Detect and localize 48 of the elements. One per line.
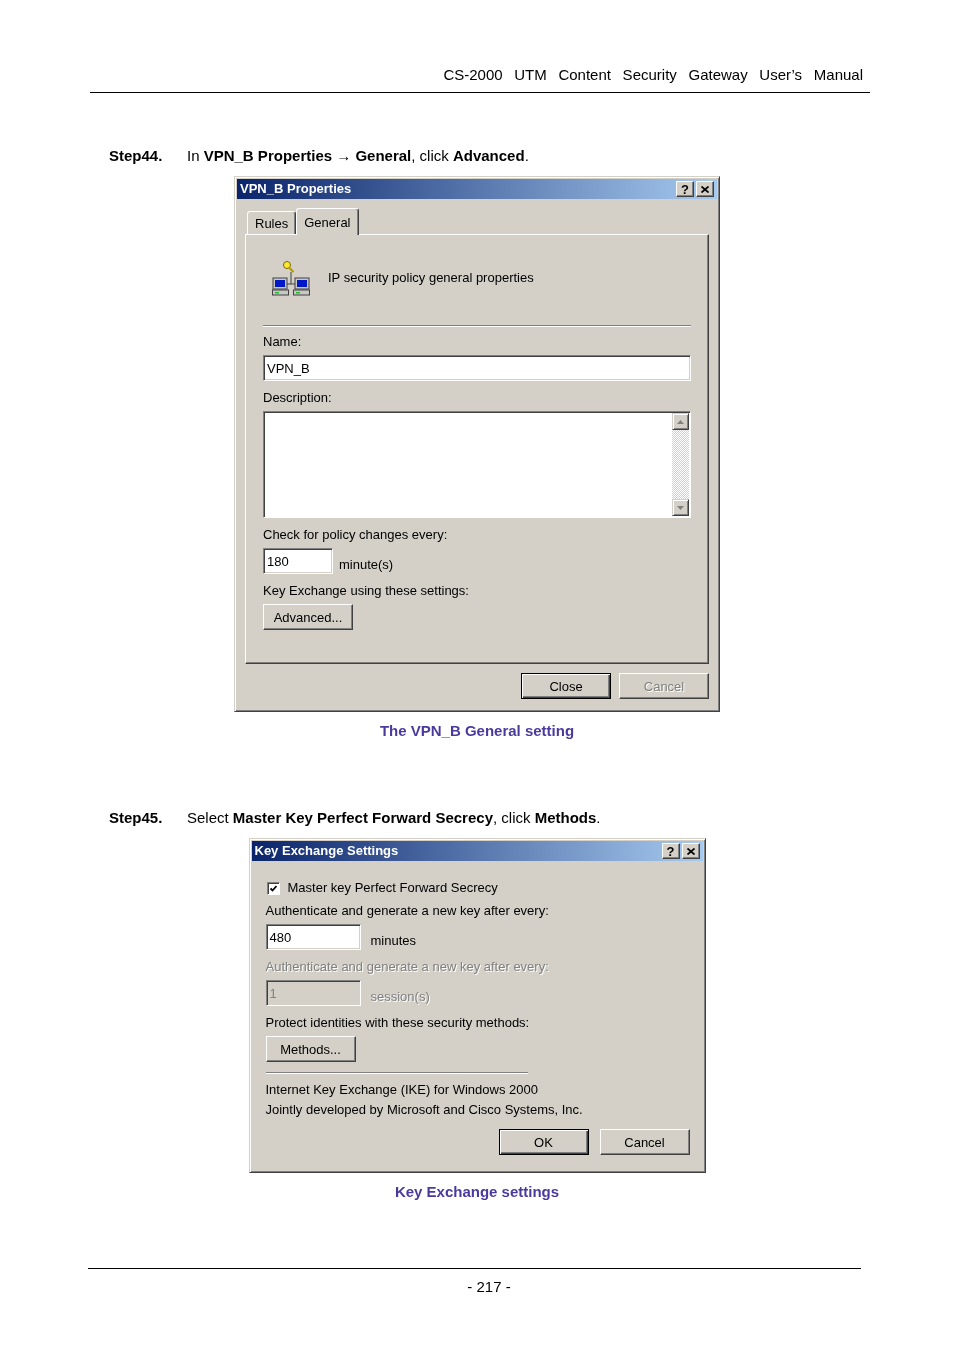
field-label: Description: [263,390,332,406]
check-icon [269,884,277,892]
checkbox[interactable] [266,881,280,895]
unit-label: minutes [370,933,417,950]
computers-key-icon [272,260,310,296]
scroll-up-button[interactable] [672,413,689,430]
tab[interactable]: General [296,208,359,235]
field-label: Authenticate and generate a new key after every: [265,959,549,975]
text-field[interactable]: VPN_B [263,355,691,381]
close-icon [686,847,695,855]
banner-text: IP security policy general properties [328,270,534,286]
close-button[interactable] [696,181,714,197]
dialog-button[interactable]: Advanced... [263,604,353,630]
triangle-down-icon [677,505,684,510]
text-area[interactable] [263,411,691,518]
close-button[interactable] [681,843,700,859]
field-label: Check for policy changes every: [263,527,448,543]
triangle-up-icon [677,419,684,424]
number-field[interactable]: 480 [265,924,361,950]
dialog-button[interactable]: Close [521,673,611,699]
help-button[interactable]: ? [661,843,680,859]
figure-caption: The VPN_B General setting [379,722,575,740]
header-title: CS-2000 UTM Content Security Gateway User’s Manual [443,66,863,84]
info-text: Jointly developed by Microsoft and Cisco Systems, Inc. [265,1102,583,1118]
unit-label: session(s) [370,989,430,1006]
close-icon [701,185,709,193]
dialog-button[interactable]: Methods... [265,1036,356,1062]
info-text: Internet Key Exchange (IKE) for Windows 2000 [265,1082,538,1098]
field-label: Authenticate and generate a new key after every: [265,903,549,919]
step-instruction: Select Master Key Perfect Forward Secrecy, click Methods. [187,809,601,827]
tab[interactable]: Rules [247,211,297,234]
step-instruction: In VPN_B Properties → General, click Advanced. [187,147,529,165]
field-label: Name: [263,334,302,350]
number-field[interactable]: 180 [263,548,333,574]
field-label: Protect identities with these security methods: [265,1015,530,1031]
dialog-button[interactable]: OK [498,1129,589,1155]
checkbox-label[interactable]: Master key Perfect Forward Secrecy [287,880,498,896]
help-button[interactable]: ? [676,181,694,197]
step-label: Step44. [109,147,163,165]
window-title: VPN_B Properties [240,181,352,197]
figure-caption: Key Exchange settings [394,1183,560,1201]
window-title: Key Exchange Settings [254,843,399,859]
field-label: Key Exchange using these settings: [263,583,469,599]
unit-label: minute(s) [339,557,394,574]
scroll-down-button[interactable] [672,499,689,516]
dialog-button[interactable]: Cancel [599,1129,690,1155]
step-label: Step45. [109,809,163,827]
page-number: - 217 - [467,1278,511,1296]
